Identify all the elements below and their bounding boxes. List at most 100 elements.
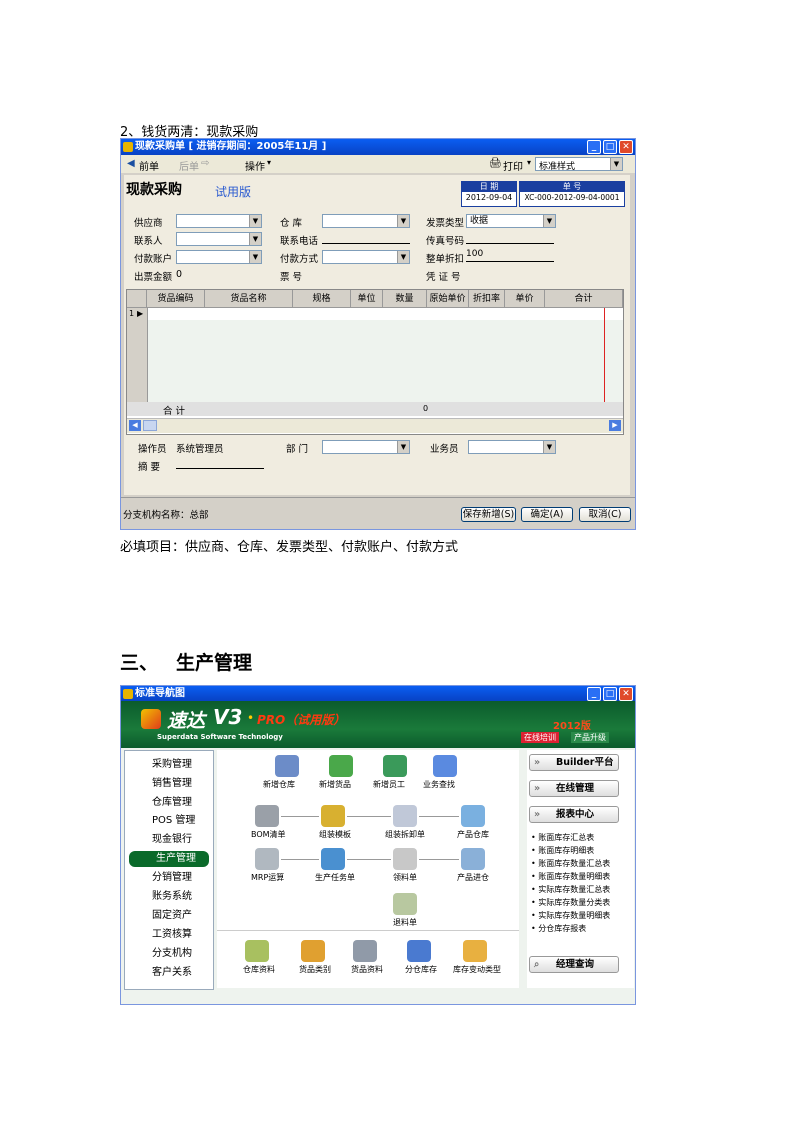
sidebar-item-cash-bank[interactable]: 现金银行 xyxy=(125,832,213,848)
sidebar-item-pos[interactable]: POS 管理 xyxy=(125,813,213,829)
product-warehouse-icon[interactable] xyxy=(461,805,485,827)
printer-icon[interactable]: 🖨 xyxy=(489,158,502,169)
ok-button[interactable]: 确定(A) xyxy=(521,507,573,522)
stock-change-type-icon[interactable] xyxy=(463,940,487,962)
grid-header[interactable]: 数量 xyxy=(383,290,427,308)
report-link[interactable]: • 账面库存数量明细表 xyxy=(531,871,610,882)
salesman-select[interactable]: ▼ xyxy=(468,440,556,454)
report-link[interactable]: • 账面库存明细表 xyxy=(531,845,594,856)
grid-header[interactable]: 货品编码 xyxy=(147,290,205,308)
voucher-no-label: 凭 证 号 xyxy=(426,272,461,283)
date-value[interactable]: 2012-09-04 xyxy=(462,192,516,204)
branch-stock-icon[interactable] xyxy=(407,940,431,962)
scroll-left-icon[interactable]: ◀ xyxy=(129,420,141,431)
section-number: 三、 xyxy=(120,652,159,674)
style-select[interactable]: 标准样式 ▼ xyxy=(535,157,623,172)
report-link[interactable]: • 实际库存数量明细表 xyxy=(531,910,610,921)
minimize-button[interactable]: _ xyxy=(587,687,601,701)
mrp-icon[interactable] xyxy=(255,848,279,870)
contact-select[interactable]: ▼ xyxy=(176,232,262,246)
invoice-type-select[interactable]: 收据 ▼ xyxy=(466,214,556,228)
report-link[interactable]: • 账面库存汇总表 xyxy=(531,832,594,843)
dropdown-arrow-icon[interactable]: ▼ xyxy=(397,215,409,227)
search-icon[interactable] xyxy=(433,755,457,777)
task-order-icon[interactable] xyxy=(321,848,345,870)
dropdown-arrow-icon[interactable]: ▼ xyxy=(610,158,622,170)
pay-method-select[interactable]: ▼ xyxy=(322,250,410,264)
report-link-label: 账面库存数量明细表 xyxy=(538,872,611,881)
dropdown-arrow-icon[interactable]: ▼ xyxy=(397,441,409,453)
grid-header[interactable]: 单价 xyxy=(505,290,545,308)
date-label: 日 期 xyxy=(462,182,516,192)
product-receipt-icon[interactable] xyxy=(461,848,485,870)
next-button[interactable]: 后单 xyxy=(179,158,199,173)
sidebar-item-branches[interactable]: 分支机构 xyxy=(125,946,213,962)
operations-menu[interactable]: 操作 xyxy=(245,158,265,173)
new-employee-icon[interactable] xyxy=(383,755,407,777)
dropdown-arrow-icon[interactable]: ▼ xyxy=(249,215,261,227)
report-center-button[interactable]: » 报表中心 xyxy=(529,806,619,823)
builder-platform-button[interactable]: » Builder平台 xyxy=(529,754,619,771)
minimize-button[interactable]: _ xyxy=(587,140,601,154)
online-management-button[interactable]: » 在线管理 xyxy=(529,780,619,797)
scroll-right-icon[interactable]: ▶ xyxy=(609,420,621,431)
report-link[interactable]: • 账面库存数量汇总表 xyxy=(531,858,610,869)
discount-field[interactable]: 100 xyxy=(466,248,554,262)
report-link[interactable]: • 分仓库存报表 xyxy=(531,923,586,934)
grid-header[interactable]: 折扣率 xyxy=(469,290,505,308)
sidebar-item-production[interactable]: 生产管理 xyxy=(129,851,209,867)
phone-field[interactable] xyxy=(322,230,410,244)
sidebar-item-sales[interactable]: 销售管理 xyxy=(125,776,213,792)
fax-field[interactable] xyxy=(466,230,554,244)
new-warehouse-icon[interactable] xyxy=(275,755,299,777)
close-button[interactable]: ✕ xyxy=(619,140,633,154)
prev-arrow-icon[interactable]: ◀ xyxy=(127,158,135,169)
warehouse-select[interactable]: ▼ xyxy=(322,214,410,228)
supplier-label: 供应商 xyxy=(134,218,163,229)
warehouse-data-icon[interactable] xyxy=(245,940,269,962)
new-goods-icon[interactable] xyxy=(329,755,353,777)
summary-field[interactable] xyxy=(176,455,264,469)
report-link[interactable]: • 实际库存数量分类表 xyxy=(531,897,610,908)
sidebar-item-payroll[interactable]: 工资核算 xyxy=(125,927,213,943)
scroll-thumb[interactable] xyxy=(143,420,157,431)
sidebar-item-crm[interactable]: 客户关系 xyxy=(125,965,213,981)
prev-button[interactable]: 前单 xyxy=(139,158,159,173)
dropdown-arrow-icon[interactable]: ▼ xyxy=(543,215,555,227)
sidebar-item-purchase[interactable]: 采购管理 xyxy=(125,757,213,773)
upgrade-link[interactable]: 产品升级 xyxy=(571,732,609,743)
sidebar-item-warehouse[interactable]: 仓库管理 xyxy=(125,795,213,811)
dropdown-arrow-icon[interactable]: ▼ xyxy=(543,441,555,453)
grid-header[interactable]: 规格 xyxy=(293,290,351,308)
sidebar-item-accounting[interactable]: 账务系统 xyxy=(125,889,213,905)
assembly-template-icon[interactable] xyxy=(321,805,345,827)
cancel-button[interactable]: 取消(C) xyxy=(579,507,631,522)
maximize-button[interactable]: □ xyxy=(603,687,617,701)
grid-header[interactable]: 单位 xyxy=(351,290,383,308)
manager-query-button[interactable]: ⌕ 经理查询 xyxy=(529,956,619,973)
maximize-button[interactable]: □ xyxy=(603,140,617,154)
save-new-button[interactable]: 保存新增(S) xyxy=(461,507,516,522)
goods-data-icon[interactable] xyxy=(353,940,377,962)
picking-list-icon[interactable] xyxy=(393,848,417,870)
assembly-disassembly-icon[interactable] xyxy=(393,805,417,827)
grid-header[interactable]: 货品名称 xyxy=(205,290,293,308)
account-select[interactable]: ▼ xyxy=(176,250,262,264)
grid-header[interactable]: 原始单价 xyxy=(427,290,469,308)
dropdown-arrow-icon[interactable]: ▼ xyxy=(249,251,261,263)
return-material-icon[interactable] xyxy=(393,893,417,915)
close-button[interactable]: ✕ xyxy=(619,687,633,701)
bom-icon[interactable] xyxy=(255,805,279,827)
report-link[interactable]: • 实际库存数量汇总表 xyxy=(531,884,610,895)
online-training-link[interactable]: 在线培训 xyxy=(521,732,559,743)
sidebar-item-distribution[interactable]: 分销管理 xyxy=(125,870,213,886)
print-button[interactable]: 打印 xyxy=(503,158,523,173)
horizontal-scrollbar[interactable]: ◀ ▶ xyxy=(127,418,623,433)
dropdown-arrow-icon[interactable]: ▼ xyxy=(249,233,261,245)
dropdown-arrow-icon[interactable]: ▼ xyxy=(397,251,409,263)
goods-category-icon[interactable] xyxy=(301,940,325,962)
department-select[interactable]: ▼ xyxy=(322,440,410,454)
grid-header[interactable]: 合计 xyxy=(545,290,623,308)
sidebar-item-fixed-assets[interactable]: 固定资产 xyxy=(125,908,213,924)
supplier-select[interactable]: ▼ xyxy=(176,214,262,228)
